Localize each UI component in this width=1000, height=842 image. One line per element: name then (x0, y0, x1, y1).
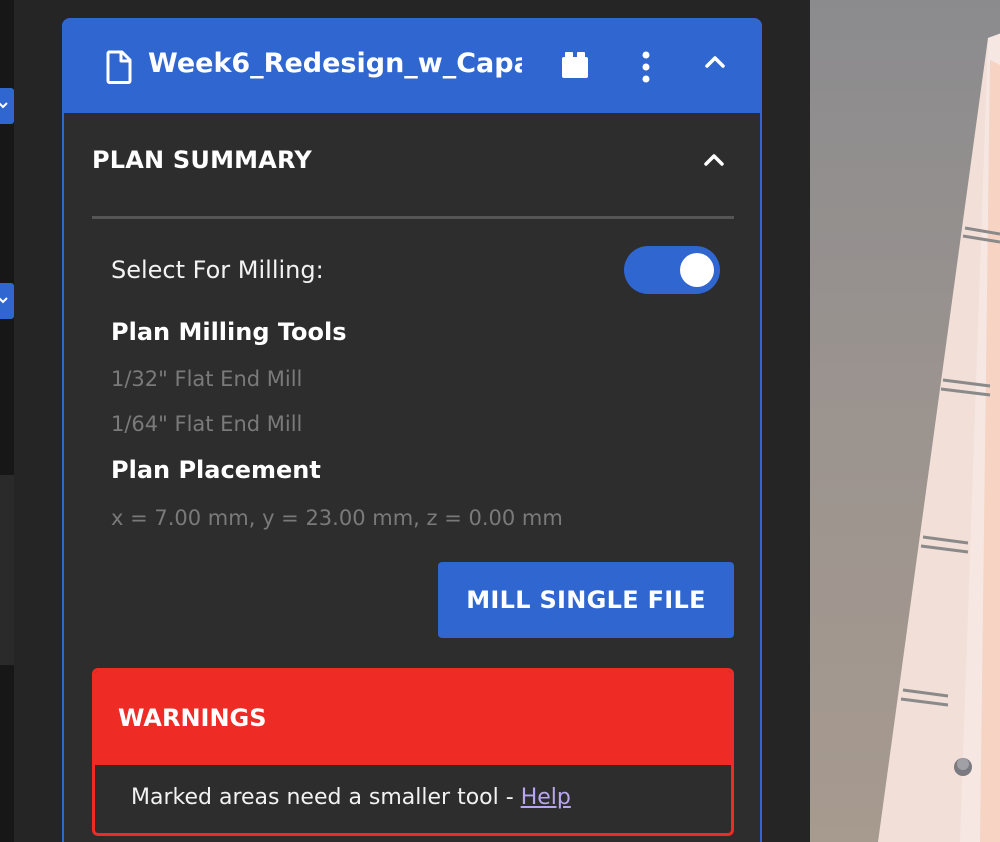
help-link[interactable]: Help (521, 785, 571, 810)
file-name: Week6_Redesign_w_Capacitors (148, 48, 522, 79)
warning-message: Marked areas need a smaller tool - Help (131, 785, 571, 810)
plan-milling-tools-heading: Plan Milling Tools (111, 318, 347, 346)
chevron-down-icon (0, 297, 8, 304)
left-collapse-tab-2[interactable] (0, 283, 14, 319)
mill-single-file-button[interactable]: MILL SINGLE FILE (438, 562, 734, 638)
warning-message-text: Marked areas need a smaller tool - (131, 785, 521, 810)
left-sidebar-strip (0, 0, 14, 842)
chevron-up-icon[interactable] (703, 54, 727, 70)
file-panel-header[interactable]: Week6_Redesign_w_Capacitors (62, 18, 762, 113)
warnings-title: WARNINGS (118, 704, 267, 732)
plan-summary-title: PLAN SUMMARY (92, 146, 312, 174)
plan-summary-collapse-chevron-icon[interactable] (702, 152, 726, 168)
file-icon (106, 50, 132, 84)
plan-placement-value: x = 7.00 mm, y = 23.00 mm, z = 0.00 mm (111, 506, 563, 530)
select-for-milling-toggle[interactable] (624, 246, 720, 294)
block-icon[interactable] (559, 50, 591, 80)
plan-placement-heading: Plan Placement (111, 456, 321, 484)
milling-tool-item: 1/64" Flat End Mill (111, 412, 303, 436)
circuit-board-preview (878, 33, 1000, 842)
warnings-header: WARNINGS (95, 671, 731, 765)
more-vertical-icon[interactable] (640, 50, 652, 84)
chevron-down-icon (0, 102, 8, 109)
milling-tool-item: 1/32" Flat End Mill (111, 367, 303, 391)
warnings-box: WARNINGS Marked areas need a smaller too… (92, 668, 734, 836)
left-strip-section (0, 475, 14, 665)
toggle-knob (680, 253, 714, 287)
left-collapse-tab-1[interactable] (0, 88, 14, 124)
file-panel: Week6_Redesign_w_Capacitors PLAN SUMMARY… (62, 18, 762, 842)
select-for-milling-label: Select For Milling: (111, 256, 324, 284)
section-divider (92, 216, 734, 219)
board-viewport[interactable] (810, 0, 1000, 842)
